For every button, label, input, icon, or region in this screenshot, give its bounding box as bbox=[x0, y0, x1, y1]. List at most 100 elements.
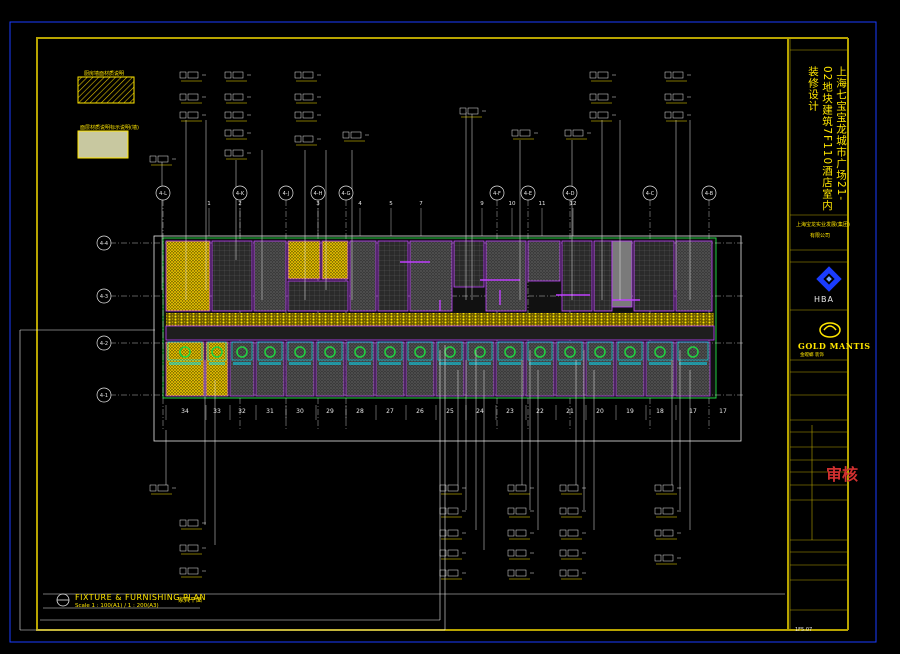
wardrobe bbox=[469, 362, 491, 365]
finish-tag-box bbox=[515, 549, 527, 557]
finish-tag-box bbox=[662, 529, 674, 537]
room-number: 22 bbox=[536, 408, 544, 415]
finish-tag-box bbox=[179, 71, 187, 79]
finish-tag-box bbox=[654, 507, 662, 515]
wardrobe bbox=[409, 362, 431, 365]
finish-tag-box bbox=[662, 554, 674, 562]
finish-tag-box bbox=[302, 111, 314, 119]
finish-tag-box bbox=[664, 93, 672, 101]
finish-tag-box bbox=[507, 549, 515, 557]
wardrobe bbox=[319, 362, 341, 365]
guest-room bbox=[675, 341, 711, 397]
wardrobe bbox=[529, 362, 551, 365]
owner-line-2: 有限公司 bbox=[810, 233, 831, 239]
finish-tag-box bbox=[519, 129, 531, 137]
room-back-of-house bbox=[611, 240, 633, 308]
room-number: 19 bbox=[626, 408, 634, 415]
finish-tag-box bbox=[302, 93, 314, 101]
column-number: 9 bbox=[480, 201, 484, 207]
column-number: 1 bbox=[207, 201, 211, 207]
finish-tag-box bbox=[564, 129, 572, 137]
finish-tag-box bbox=[567, 507, 579, 515]
finish-tag-box bbox=[507, 507, 515, 515]
guest-room bbox=[255, 341, 285, 397]
wardrobe bbox=[233, 362, 251, 365]
room-number: 18 bbox=[656, 408, 664, 415]
room-back-of-house bbox=[253, 240, 287, 312]
column-number: 10 bbox=[509, 201, 516, 207]
legend-swatch-hatch bbox=[77, 76, 135, 104]
finish-tag-box bbox=[654, 554, 662, 562]
finish-tag-box bbox=[232, 149, 244, 157]
finish-tag-box bbox=[149, 484, 157, 492]
finish-tag-box bbox=[664, 71, 672, 79]
finish-tag-box bbox=[224, 71, 232, 79]
wardrobe bbox=[439, 362, 461, 365]
finish-tag-box bbox=[179, 567, 187, 575]
finish-tag-box bbox=[157, 155, 169, 163]
wardrobe bbox=[499, 362, 521, 365]
guest-room bbox=[555, 341, 585, 397]
contractor-logo-text: GOLD MANTIS bbox=[798, 341, 871, 351]
finish-tag-box bbox=[294, 71, 302, 79]
guest-room bbox=[585, 341, 615, 397]
finish-tag-box bbox=[597, 111, 609, 119]
wardrobe bbox=[349, 362, 371, 365]
guest-room bbox=[615, 341, 645, 397]
corridor-carpet-strip bbox=[166, 313, 714, 326]
cad-drawing-canvas: 34 33 32 31 30 29 28 27 26 25 24 23 22 21 20 19 18 17 17 4… bbox=[0, 0, 900, 654]
room-number: 26 bbox=[416, 408, 424, 415]
finish-tag-box bbox=[672, 93, 684, 101]
room-number: 21 bbox=[566, 408, 574, 415]
finish-tag-box bbox=[149, 155, 157, 163]
room-number: 25 bbox=[446, 408, 454, 415]
finish-tag-box bbox=[589, 111, 597, 119]
column-number: 7 bbox=[419, 201, 423, 207]
finish-tag-box bbox=[572, 129, 584, 137]
axis-label: 4-3 bbox=[100, 294, 108, 300]
finish-tag-box bbox=[294, 111, 302, 119]
finish-tag-box bbox=[559, 569, 567, 577]
room-back-of-house bbox=[377, 240, 409, 312]
room-number: 17 bbox=[719, 408, 727, 415]
finish-tag-box bbox=[157, 484, 169, 492]
wardrobe bbox=[589, 362, 611, 365]
axis-label: 4-H bbox=[314, 191, 323, 197]
room-back-of-house bbox=[593, 240, 613, 312]
room-number: 31 bbox=[266, 408, 274, 415]
finish-tag-box bbox=[654, 529, 662, 537]
room-number: 30 bbox=[296, 408, 304, 415]
finish-tag-box bbox=[559, 507, 567, 515]
wardrobe bbox=[169, 362, 201, 365]
finish-tag-box bbox=[567, 569, 579, 577]
wardrobe bbox=[289, 362, 311, 365]
axis-label: 4-G bbox=[341, 191, 350, 197]
finish-tag-box bbox=[672, 71, 684, 79]
wardrobe bbox=[619, 362, 641, 365]
guest-room bbox=[375, 341, 405, 397]
plan-scale: Scale 1 : 100(A1) / 1 : 200(A3) bbox=[75, 603, 159, 609]
finish-tag-box bbox=[654, 484, 662, 492]
room-number: 20 bbox=[596, 408, 604, 415]
legend-swatch-solid bbox=[77, 130, 129, 159]
finish-tag-box bbox=[515, 507, 527, 515]
finish-tag-box bbox=[224, 111, 232, 119]
plan-title-cn: 家具平面 bbox=[178, 597, 203, 604]
room-number: 33 bbox=[213, 408, 221, 415]
hba-logo-icon bbox=[816, 266, 842, 292]
finish-tag-box bbox=[447, 529, 459, 537]
finish-tag-box bbox=[597, 71, 609, 79]
room-back-of-house bbox=[409, 240, 453, 312]
finish-tag-box bbox=[447, 549, 459, 557]
finish-tag-box bbox=[559, 549, 567, 557]
finish-tag-box bbox=[559, 529, 567, 537]
consultant-logo-text: HBA bbox=[814, 295, 834, 304]
guest-room bbox=[205, 341, 229, 397]
finish-tag-box bbox=[187, 111, 199, 119]
finish-tag-box bbox=[187, 544, 199, 552]
column-number: 2 bbox=[238, 201, 242, 207]
guest-room bbox=[405, 341, 435, 397]
guest-room bbox=[495, 341, 525, 397]
finish-tag-box bbox=[597, 93, 609, 101]
guest-room bbox=[165, 341, 205, 397]
